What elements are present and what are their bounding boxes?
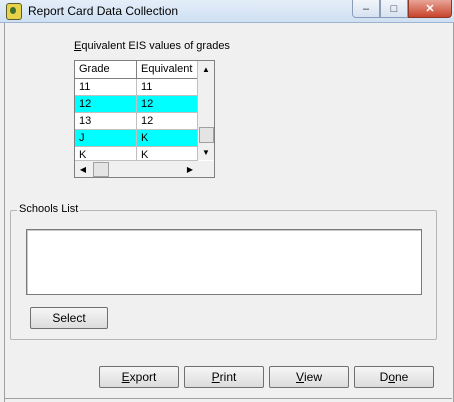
export-accesskey: E <box>121 370 130 384</box>
label-rest: quivalent EIS values of grades <box>81 40 230 52</box>
grade-cell[interactable]: 13 <box>75 113 137 129</box>
table-row[interactable]: 11 11 <box>75 79 198 96</box>
grade-cell[interactable]: 12 <box>75 96 137 112</box>
grades-grid-label: Equivalent EIS values of grades <box>74 40 230 52</box>
grade-cell[interactable]: J <box>75 130 137 146</box>
table-row[interactable]: 12 12 <box>75 96 198 113</box>
scroll-down-icon[interactable]: ▼ <box>198 144 214 160</box>
select-button[interactable]: Select <box>30 307 108 329</box>
done-prefix: D <box>379 370 389 384</box>
grade-cell[interactable]: 11 <box>75 79 137 95</box>
window-title: Report Card Data Collection <box>28 4 179 18</box>
schools-list-label: Schools List <box>17 203 81 215</box>
bottom-border <box>4 398 452 399</box>
minimize-button[interactable]: – <box>352 0 380 18</box>
scrollbar-corner <box>198 161 214 177</box>
grid-rows: 11 11 12 12 13 12 J K K K <box>75 79 198 164</box>
grid-header: Grade Equivalent <box>75 61 198 79</box>
print-accesskey: P <box>211 370 220 384</box>
column-header-grade[interactable]: Grade <box>75 61 137 78</box>
print-label: rint <box>219 370 237 384</box>
scroll-up-icon[interactable]: ▲ <box>198 61 214 77</box>
maximize-button[interactable]: □ <box>380 0 408 18</box>
column-header-equivalent[interactable]: Equivalent <box>137 61 198 78</box>
scroll-right-icon[interactable]: ▶ <box>182 161 198 177</box>
schools-list-group: Schools List Select <box>10 203 437 340</box>
view-button[interactable]: View <box>269 366 349 388</box>
done-accesskey: o <box>388 370 395 384</box>
window-controls: – □ ✕ <box>352 0 452 18</box>
equivalent-cell[interactable]: K <box>137 130 198 146</box>
table-row[interactable]: J K <box>75 130 198 147</box>
vertical-scrollbar[interactable]: ▲ ▼ <box>197 61 214 160</box>
scroll-left-icon[interactable]: ◀ <box>75 161 91 177</box>
close-button[interactable]: ✕ <box>408 0 452 18</box>
export-button[interactable]: Export <box>99 366 179 388</box>
equivalent-cell[interactable]: 11 <box>137 79 198 95</box>
title-bar: Report Card Data Collection – □ ✕ <box>0 0 454 23</box>
grades-grid[interactable]: Grade Equivalent 11 11 12 12 13 12 J K K… <box>74 60 215 178</box>
equivalent-cell[interactable]: 12 <box>137 96 198 112</box>
done-button[interactable]: Do ne <box>354 366 434 388</box>
print-button[interactable]: Print <box>184 366 264 388</box>
vertical-scroll-thumb[interactable] <box>199 127 214 143</box>
schools-listbox[interactable] <box>26 229 422 295</box>
export-label: xport <box>129 370 157 384</box>
horizontal-scroll-thumb[interactable] <box>93 162 109 177</box>
view-accesskey: V <box>295 370 304 384</box>
app-icon <box>6 3 22 20</box>
view-label: iew <box>304 370 323 384</box>
done-label: ne <box>395 370 409 384</box>
horizontal-scrollbar[interactable]: ◀ ▶ <box>75 160 198 177</box>
equivalent-cell[interactable]: 12 <box>137 113 198 129</box>
table-row[interactable]: 13 12 <box>75 113 198 130</box>
